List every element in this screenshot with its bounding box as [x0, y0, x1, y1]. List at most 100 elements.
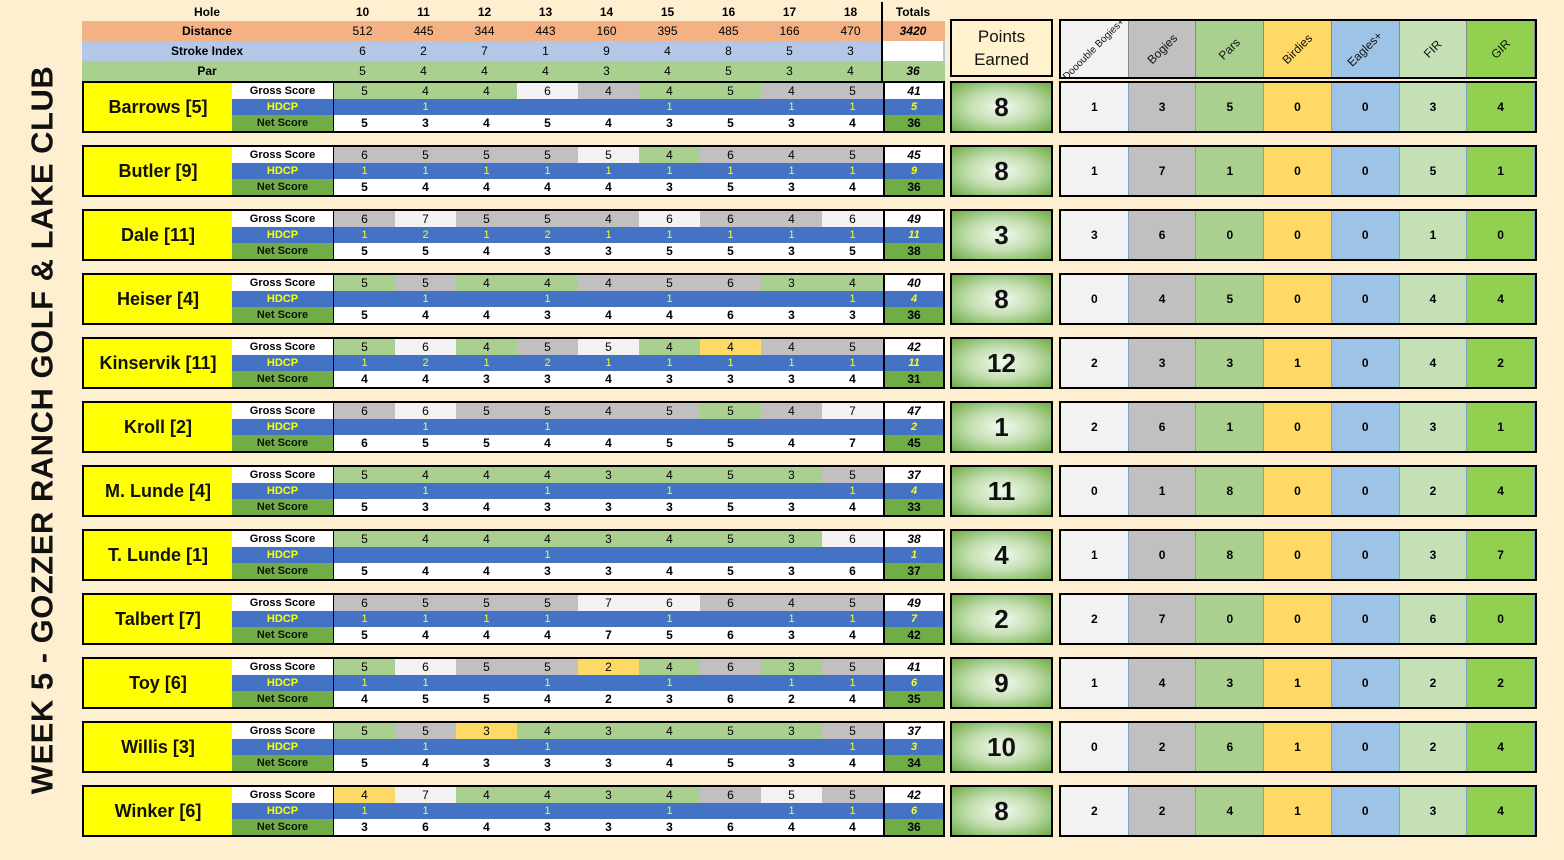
- hdcp-cell: 1: [544, 421, 551, 433]
- stat-birdies: 0: [1264, 403, 1332, 451]
- hdcp-cell: [761, 547, 822, 563]
- player-name: M. Lunde [4]: [84, 467, 234, 515]
- net-score-cell: 3: [788, 308, 795, 322]
- hdcp-cell: [334, 739, 395, 755]
- par-label: Par: [197, 64, 217, 78]
- stat-bogies: 0: [1128, 531, 1197, 579]
- gross-score-cell: 7: [395, 787, 456, 803]
- gross-score-total: 42: [883, 787, 943, 803]
- stat-eagles: 0: [1331, 659, 1400, 707]
- gross-score-cell: 4: [456, 339, 517, 355]
- stat-bogies: 3: [1128, 339, 1197, 387]
- net-score-total: 38: [883, 243, 943, 259]
- stat-birdies: 1: [1264, 787, 1332, 835]
- stat-double-bogies: 0: [1061, 723, 1129, 771]
- net-score-cell: 3: [544, 756, 551, 770]
- gross-score-cell: 5: [517, 595, 578, 611]
- net-score-cell: 4: [605, 116, 612, 130]
- hdcp-cell: 1: [666, 677, 673, 689]
- gross-score-cell: 5: [456, 659, 517, 675]
- stat-birdies: 0: [1264, 531, 1332, 579]
- net-score-cell: 7: [605, 628, 612, 642]
- page-title: WEEK 5 - GOZZER RANCH GOLF & LAKE CLUB: [24, 65, 60, 795]
- net-score-cell: 4: [422, 628, 429, 642]
- stat-gir: 4: [1467, 83, 1535, 131]
- hdcp-cell: [761, 291, 822, 307]
- gross-score-total: 38: [883, 531, 943, 547]
- hole-number: 12: [477, 4, 492, 19]
- stat-double-bogies: 2: [1061, 403, 1129, 451]
- player-stats: 1350034: [1059, 81, 1537, 133]
- hdcp-cell: 1: [605, 357, 612, 369]
- net-score-cell: 2: [788, 692, 795, 706]
- net-score-cell: 3: [544, 372, 551, 386]
- gross-score-cell: 6: [639, 595, 700, 611]
- gross-score-cell: 3: [578, 723, 639, 739]
- gross-score-cell: 4: [517, 275, 578, 291]
- hdcp-cell: [822, 547, 883, 563]
- hdcp-cell: [456, 739, 517, 755]
- gross-score-row: Gross Score 5 6 5 5 2 4 6 3 5 41: [232, 659, 943, 675]
- gross-score-cell: 4: [578, 83, 639, 99]
- gross-score-cell: 5: [334, 723, 395, 739]
- stat-double-bogies: 2: [1061, 339, 1129, 387]
- net-score-cell: 4: [605, 308, 612, 322]
- gross-score-cell: 5: [578, 147, 639, 163]
- net-score-label: Net Score: [232, 627, 334, 643]
- hdcp-cell: 1: [666, 229, 673, 241]
- net-score-cell: 5: [361, 500, 368, 514]
- stat-header-label: FIR: [1421, 37, 1445, 61]
- net-score-cell: 5: [544, 116, 551, 130]
- player-stats: 1080037: [1059, 529, 1537, 581]
- points-earned: 8: [950, 145, 1053, 197]
- gross-score-cell: 3: [761, 659, 822, 675]
- hdcp-cell: [700, 419, 761, 435]
- hdcp-row: HDCP 1 1 1 1 4: [232, 291, 943, 307]
- player-name: Kinservik [11]: [84, 339, 234, 387]
- hdcp-cell: 1: [544, 805, 551, 817]
- hdcp-label: HDCP: [232, 419, 334, 435]
- hdcp-row: HDCP 1 1 1 1 1 1 6: [232, 803, 943, 819]
- hdcp-cell: 2: [422, 229, 429, 241]
- net-score-cell: 5: [727, 244, 734, 258]
- hdcp-label: HDCP: [232, 227, 334, 243]
- distance-value: 344: [474, 24, 495, 38]
- hdcp-cell: 1: [544, 677, 551, 689]
- hdcp-cell: 1: [361, 229, 368, 241]
- hdcp-cell: 1: [849, 485, 856, 497]
- net-score-total: 35: [883, 691, 943, 707]
- gross-score-cell: 4: [578, 211, 639, 227]
- player-scorecard: Toy [6] Gross Score 5 6 5 5 2 4 6 3 5 41 HDCP 1 1 1 1 1 1 6…: [82, 657, 945, 709]
- net-score-total: 36: [883, 115, 943, 131]
- hdcp-label: HDCP: [232, 291, 334, 307]
- gross-score-cell: 5: [456, 403, 517, 419]
- gross-score-label: Gross Score: [232, 595, 334, 611]
- gross-score-cell: 4: [578, 403, 639, 419]
- hdcp-cell: 1: [849, 613, 856, 625]
- gross-score-cell: 6: [700, 275, 761, 291]
- gross-score-label: Gross Score: [232, 787, 334, 803]
- hdcp-cell: 1: [666, 613, 673, 625]
- net-score-total: 45: [883, 435, 943, 451]
- gross-score-cell: 5: [517, 403, 578, 419]
- hdcp-total: 1: [883, 547, 943, 563]
- net-score-cell: 5: [361, 116, 368, 130]
- gross-score-row: Gross Score 6 5 5 5 7 6 6 4 5 49: [232, 595, 943, 611]
- net-score-cell: 5: [666, 436, 673, 450]
- stroke-index-value: 2: [420, 44, 427, 58]
- gross-score-cell: 4: [639, 723, 700, 739]
- stat-header-label: Bogies: [1144, 31, 1180, 67]
- stat-fir: 3: [1399, 787, 1468, 835]
- hdcp-cell: 1: [788, 357, 795, 369]
- net-score-cell: 3: [788, 500, 795, 514]
- hdcp-cell: [578, 611, 639, 627]
- gross-score-cell: 5: [578, 339, 639, 355]
- hdcp-cell: [517, 99, 578, 115]
- gross-score-label: Gross Score: [232, 659, 334, 675]
- hdcp-cell: 1: [422, 485, 429, 497]
- hdcp-cell: 1: [788, 165, 795, 177]
- stat-eagles: 0: [1331, 339, 1400, 387]
- net-score-cell: 6: [727, 820, 734, 834]
- points-earned: 1: [950, 401, 1053, 453]
- net-score-cell: 4: [788, 820, 795, 834]
